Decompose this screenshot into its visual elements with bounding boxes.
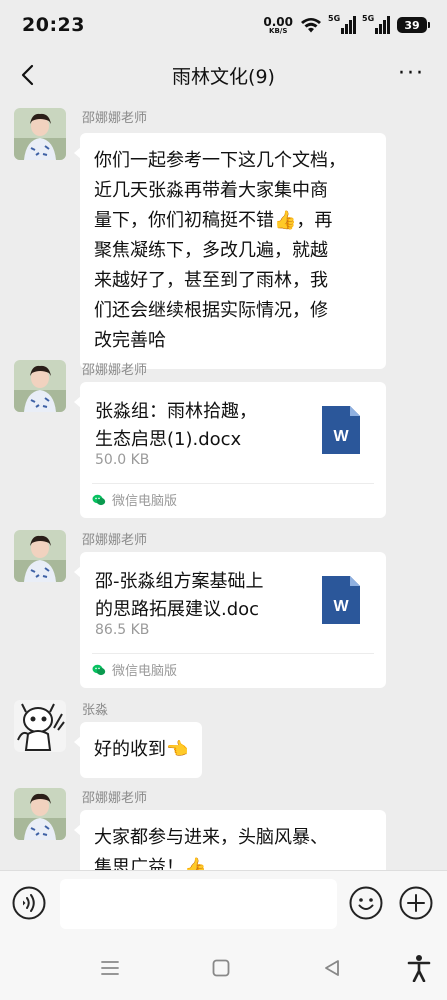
file-source-label: 微信电脑版 [112,494,178,509]
more-options-button[interactable]: ··· [398,63,425,85]
wifi-icon [301,18,321,33]
file-name: 邵-张淼组方案基础上 的思路拓展建议.doc [95,568,310,624]
menu-icon[interactable] [98,956,122,980]
back-arrow-icon[interactable] [16,62,42,88]
message-text-line: 你们一起参考一下这几个文档， [94,150,346,171]
network-speed: 0.00 KB/S [263,16,293,35]
file-source-label: 微信电脑版 [112,664,178,679]
wechat-pc-icon [92,494,106,505]
battery-level: 39 [404,18,420,32]
sender-name: 邵娜娜老师 [82,533,148,548]
status-time: 20:23 [22,14,85,36]
file-source: 微信电脑版 [92,660,177,679]
file-name-line: 生态启思(1).docx [95,429,242,450]
sender-name: 张淼 [82,703,109,718]
wechat-pc-icon [92,664,106,675]
message-bubble[interactable]: 大家都参与进来，头脑风暴、 集思广益！👍 [74,810,386,870]
cell-signal-2-icon: 5G [362,14,390,34]
word-document-icon: W [322,406,360,454]
chat-message-list[interactable]: 邵娜娜老师 你们一起参考一下这几个文档， 近几天张淼再带着大家集中商 量下，你们… [0,100,447,870]
message-bubble[interactable]: 你们一起参考一下这几个文档， 近几天张淼再带着大家集中商 量下，你们初稿挺不错👍… [74,133,386,369]
message-text-line: 聚焦凝练下，多改几遍，就越 [94,240,328,261]
status-indicators: 0.00 KB/S 5G 5G 39 [263,14,430,35]
cartoon-avatar-image [14,700,66,752]
home-icon[interactable] [209,956,233,980]
battery-icon: 39 [397,17,430,33]
message-text-line: 大家都参与进来，头脑风暴、 [94,827,328,848]
file-name-line: 邵-张淼组方案基础上 [95,571,264,592]
cell-signal-2-label: 5G [362,14,375,23]
avatar[interactable] [14,788,66,840]
emoji-icon[interactable] [349,886,383,920]
message-text-line: 集思广益！👍 [94,857,207,870]
system-navigation-bar [0,934,447,1000]
file-message-card[interactable]: 张淼组：雨林拾趣， 生态启思(1).docx 50.0 KB W 微信电脑版 [74,382,386,518]
avatar[interactable] [14,700,66,752]
message-item: 邵娜娜老师 你们一起参考一下这几个文档， 近几天张淼再带着大家集中商 量下，你们… [14,108,434,369]
status-bar: 20:23 0.00 KB/S 5G 5G 39 [0,0,447,50]
file-name-line: 的思路拓展建议.doc [95,599,260,620]
message-text-line: 近几天张淼再带着大家集中商 [94,180,328,201]
file-name-line: 张淼组：雨林拾趣， [95,401,257,422]
word-document-icon: W [322,576,360,624]
accessibility-icon[interactable] [406,954,432,982]
message-item: 邵娜娜老师 大家都参与进来，头脑风暴、 集思广益！👍 [14,788,434,870]
file-message-card[interactable]: 邵-张淼组方案基础上 的思路拓展建议.doc 86.5 KB W 微信电脑版 [74,552,386,688]
divider [92,653,374,654]
avatar[interactable] [14,530,66,582]
message-text-line: 量下，你们初稿挺不错👍，再 [94,210,333,231]
teacher-avatar-image [14,108,66,160]
message-text-line: 改完善哈 [94,330,166,351]
file-size: 86.5 KB [95,622,150,638]
message-input[interactable] [60,879,337,929]
file-source: 微信电脑版 [92,490,177,509]
avatar[interactable] [14,360,66,412]
network-speed-value: 0.00 [263,14,293,29]
cell-signal-1-icon: 5G [328,14,356,34]
sender-name: 邵娜娜老师 [82,363,148,378]
file-size: 50.0 KB [95,452,150,468]
chat-title: 雨林文化(9) [172,65,275,88]
avatar[interactable] [14,108,66,160]
message-bubble[interactable]: 好的收到👈 [73,722,203,778]
voice-input-icon[interactable] [12,886,46,920]
cell-signal-1-label: 5G [328,14,341,23]
message-text-line: 来越好了，甚至到了雨林，我 [94,270,328,291]
plus-icon[interactable] [399,886,433,920]
file-name: 张淼组：雨林拾趣， 生态启思(1).docx [95,398,310,454]
message-item: 邵娜娜老师 邵-张淼组方案基础上 的思路拓展建议.doc 86.5 KB W 微… [14,530,434,695]
message-text-line: 们还会继续根据实际情况，修 [94,300,328,321]
word-icon-letter: W [333,428,349,445]
word-icon-letter: W [333,598,349,615]
teacher-avatar-image [14,530,66,582]
message-item: 邵娜娜老师 张淼组：雨林拾趣， 生态启思(1).docx 50.0 KB W 微… [14,360,434,525]
sender-name: 邵娜娜老师 [82,111,148,126]
message-input-bar [0,870,447,934]
message-text-line: 好的收到👈 [94,739,189,760]
divider [92,483,374,484]
teacher-avatar-image [14,788,66,840]
sender-name: 邵娜娜老师 [82,791,148,806]
back-triangle-icon[interactable] [320,956,344,980]
chat-header: 雨林文化(9) ··· [0,50,447,100]
message-item: 张淼 好的收到👈 [14,700,434,780]
teacher-avatar-image [14,360,66,412]
network-speed-unit: KB/S [269,26,288,35]
